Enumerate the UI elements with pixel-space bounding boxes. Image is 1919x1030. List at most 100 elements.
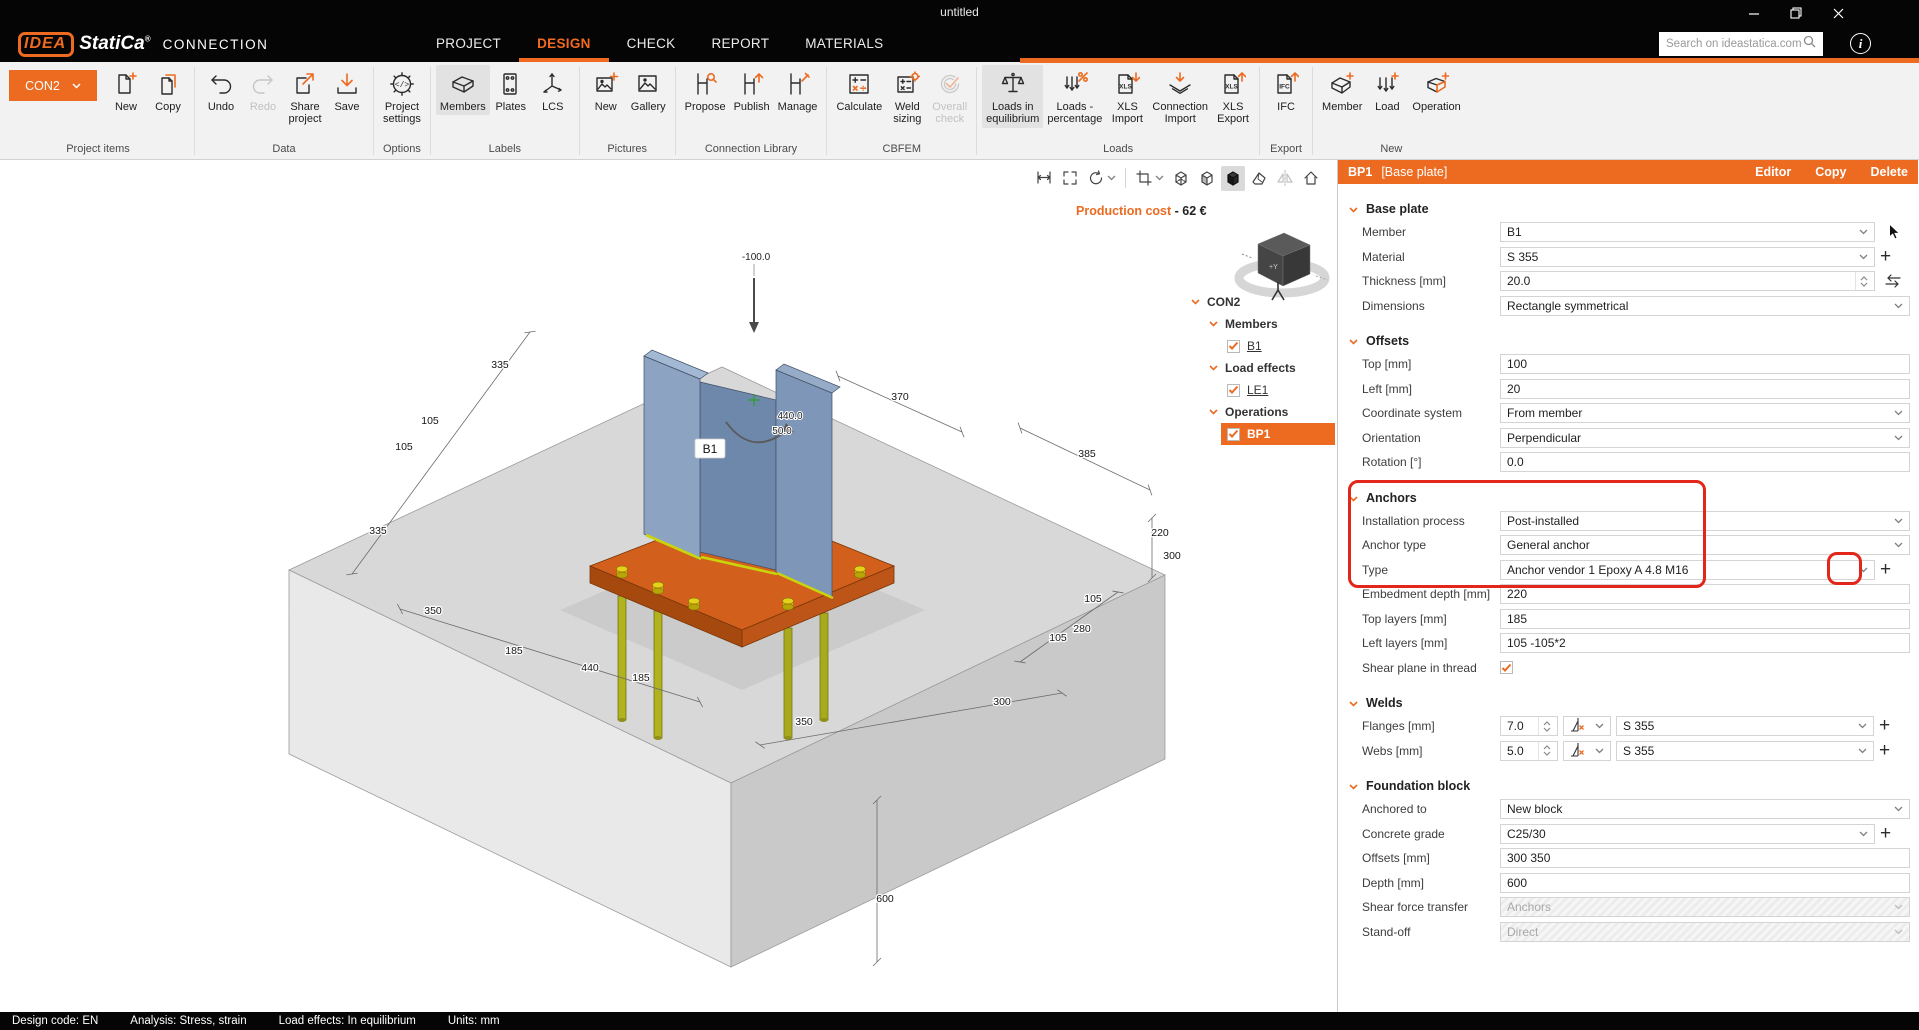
operation-button[interactable]: Operation <box>1408 65 1464 115</box>
type-select[interactable]: Anchor vendor 1 Epoxy A 4.8 M16 <box>1500 559 1875 580</box>
dimensions-select[interactable]: Rectangle symmetrical <box>1500 295 1910 316</box>
tree-item-b1[interactable]: B1 <box>1183 335 1335 357</box>
rotate-icon[interactable] <box>1084 166 1119 191</box>
calculate-button[interactable]: Calculate <box>832 65 886 115</box>
shear-plane-in-thread-checkbox[interactable] <box>1500 661 1513 675</box>
top-mm-input[interactable]: 100 <box>1500 354 1910 375</box>
webs-mm-size-stepper[interactable]: 5.0 <box>1500 740 1558 761</box>
member-button[interactable]: Member <box>1318 65 1366 115</box>
loads-in-equilibrium-button[interactable]: Loads in equilibrium <box>982 65 1044 128</box>
checkbox[interactable] <box>1227 427 1240 441</box>
add-button[interactable]: + <box>1879 741 1901 760</box>
weld-type-select[interactable] <box>1563 740 1611 761</box>
depth-mm-input[interactable]: 600 <box>1500 872 1910 893</box>
orientation-select[interactable]: Perpendicular <box>1500 427 1910 448</box>
maximize-button[interactable] <box>1775 0 1817 26</box>
section-header-base-plate[interactable]: Base plate <box>1338 198 1918 220</box>
left-mm-input[interactable]: 20 <box>1500 378 1910 399</box>
loads-percentage-button[interactable]: Loads - percentage <box>1043 65 1106 128</box>
checkbox[interactable] <box>1227 383 1240 397</box>
add-button[interactable]: + <box>1880 247 1902 266</box>
tree-item-load-effects[interactable]: Load effects <box>1183 357 1335 379</box>
measure-icon[interactable] <box>1032 166 1056 191</box>
viewport-3d[interactable]: 335 105 105 335 370 385 220 300 105 280 105 350 185 4… <box>0 160 1337 1012</box>
coordinate-system-select[interactable]: From member <box>1500 403 1910 424</box>
chevron-down-icon[interactable] <box>1209 365 1218 371</box>
section-header-anchors[interactable]: Anchors <box>1338 487 1918 509</box>
member-select[interactable]: B1 <box>1500 222 1875 243</box>
concrete-grade-select[interactable]: C25/30 <box>1500 823 1875 844</box>
publish-button[interactable]: Publish <box>730 65 774 115</box>
material-select[interactable]: S 355 <box>1500 246 1875 267</box>
swap-icon[interactable] <box>1884 274 1902 288</box>
chevron-down-icon[interactable] <box>1209 409 1218 415</box>
lcs-button[interactable]: LCS <box>532 65 574 115</box>
info-icon[interactable]: i <box>1850 33 1871 54</box>
add-button[interactable]: + <box>1879 716 1901 735</box>
flanges-mm-size-stepper[interactable]: 7.0 <box>1500 716 1558 737</box>
new-button[interactable]: New <box>585 65 627 115</box>
share-project-button[interactable]: Share project <box>284 65 326 128</box>
clip-solid-icon[interactable] <box>1247 166 1271 191</box>
gallery-button[interactable]: Gallery <box>627 65 670 115</box>
left-layers-mm-input[interactable]: 105 -105*2 <box>1500 633 1910 654</box>
weld-sizing-button[interactable]: Weld sizing <box>886 65 928 128</box>
offsets-mm-input[interactable]: 300 350 <box>1500 848 1910 869</box>
plates-button[interactable]: Plates <box>490 65 532 115</box>
checkbox[interactable] <box>1227 339 1240 353</box>
scene-3d[interactable]: 335 105 105 335 370 385 220 300 105 280 105 350 185 4… <box>0 160 1337 1012</box>
section-header-welds[interactable]: Welds <box>1338 692 1918 714</box>
view-wireframe-icon[interactable] <box>1169 166 1193 191</box>
section-icon[interactable] <box>1132 166 1167 191</box>
tab-materials[interactable]: MATERIALS <box>787 26 901 62</box>
minimize-button[interactable] <box>1733 0 1775 26</box>
rotation-input[interactable]: 0.0 <box>1500 452 1910 473</box>
spinner-arrows[interactable] <box>1855 272 1868 291</box>
anchor-type-select[interactable]: General anchor <box>1500 535 1910 556</box>
close-button[interactable] <box>1817 0 1859 26</box>
tab-design[interactable]: DESIGN <box>519 26 609 62</box>
tree-item-operations[interactable]: Operations <box>1183 401 1335 423</box>
project-settings-button[interactable]: </> Project settings <box>379 65 425 128</box>
tab-project[interactable]: PROJECT <box>418 26 519 62</box>
flanges-mm-material-select[interactable]: S 355 <box>1616 716 1874 737</box>
connection-selector[interactable]: CON2 <box>9 70 97 101</box>
zoom-fit-icon[interactable] <box>1058 166 1082 191</box>
ifc-button[interactable]: IFC IFC <box>1265 65 1307 115</box>
tab-check[interactable]: CHECK <box>609 26 694 62</box>
thickness-mm-stepper[interactable]: 20.0 <box>1500 271 1875 292</box>
xls-export-button[interactable]: XLS XLS Export <box>1212 65 1254 128</box>
add-button[interactable]: + <box>1880 560 1902 579</box>
manage-button[interactable]: Manage <box>774 65 822 115</box>
weld-type-select[interactable] <box>1563 716 1611 737</box>
delete-button[interactable]: Delete <box>1870 165 1908 179</box>
tab-report[interactable]: REPORT <box>693 26 787 62</box>
copy-button[interactable]: Copy <box>1815 165 1846 179</box>
propose-button[interactable]: Propose <box>681 65 730 115</box>
tree-item-le1[interactable]: LE1 <box>1183 379 1335 401</box>
view-shaded-icon[interactable] <box>1195 166 1219 191</box>
section-header-offsets[interactable]: Offsets <box>1338 330 1918 352</box>
load-button[interactable]: Load <box>1366 65 1408 115</box>
undo-button[interactable]: Undo <box>200 65 242 115</box>
copy-button[interactable]: Copy <box>147 65 189 115</box>
top-layers-mm-input[interactable]: 185 <box>1500 608 1910 629</box>
tree-item-members[interactable]: Members <box>1183 313 1335 335</box>
connection-import-button[interactable]: Connection Import <box>1148 65 1212 128</box>
chevron-down-icon[interactable] <box>1191 299 1200 305</box>
add-button[interactable]: + <box>1880 824 1902 843</box>
xls-import-button[interactable]: XLS XLS Import <box>1106 65 1148 128</box>
webs-mm-material-select[interactable]: S 355 <box>1616 740 1874 761</box>
anchored-to-select[interactable]: New block <box>1500 799 1910 820</box>
section-header-foundation-block[interactable]: Foundation block <box>1338 775 1918 797</box>
members-button[interactable]: Members <box>435 65 490 116</box>
search-input[interactable]: Search on ideastatica.com <box>1659 32 1823 56</box>
new-button[interactable]: New <box>105 65 147 115</box>
installation-process-select[interactable]: Post-installed <box>1500 510 1910 531</box>
chevron-down-icon[interactable] <box>1209 321 1218 327</box>
save-button[interactable]: Save <box>326 65 368 115</box>
tree-item-con2[interactable]: CON2 <box>1183 291 1335 313</box>
view-solid-icon[interactable] <box>1221 165 1245 191</box>
home-view-icon[interactable] <box>1299 166 1323 191</box>
tree-item-bp1[interactable]: BP1 <box>1221 423 1335 445</box>
